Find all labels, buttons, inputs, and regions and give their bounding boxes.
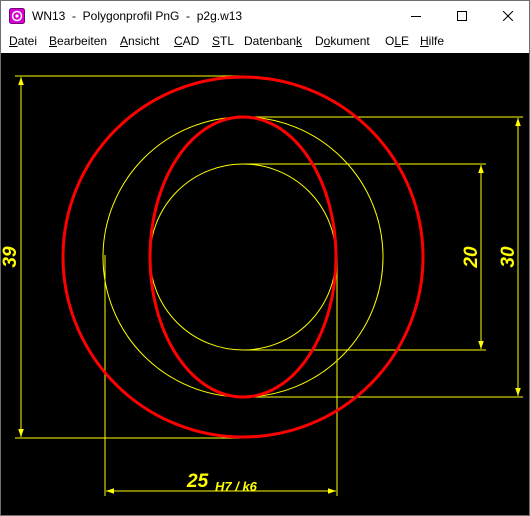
construction-circles [102,116,384,398]
menu-cad[interactable]: CAD [174,34,199,48]
dimension-text-25: 25 [186,471,209,492]
cad-drawing: 39 30 20 25 H7 / k6 [1,75,523,496]
extension-lines [15,75,523,496]
dimension-text-20: 20 [461,246,482,269]
menu-datei[interactable]: Datei [9,34,37,48]
menu-datenbank[interactable]: Datenbank [244,34,302,48]
maximize-button[interactable] [439,1,485,31]
close-button[interactable] [485,1,529,31]
dimension-text-30: 30 [498,246,519,268]
application-window: WN13 - Polygonprofil PnG - p2g.w13 Datei… [0,0,530,516]
profile-polygon-shape [148,115,338,399]
drawing-canvas[interactable]: 39 30 20 25 H7 / k6 [1,53,529,515]
wn13-app-icon[interactable] [9,8,25,24]
circle-outer-construction [102,116,384,398]
title-bar[interactable]: WN13 - Polygonprofil PnG - p2g.w13 [1,1,529,31]
menu-hilfe[interactable]: Hilfe [420,34,444,48]
profile-outer-circle [61,75,425,439]
menu-ole[interactable]: OLE [385,34,409,48]
menu-dokument[interactable]: Dokument [315,34,370,48]
menu-stl[interactable]: STL [212,34,234,48]
menu-ansicht[interactable]: Ansicht [120,34,159,48]
dimension-lines [18,77,521,494]
minimize-icon [411,16,421,17]
window-title: WN13 - Polygonprofil PnG - p2g.w13 [32,9,243,23]
menu-bar: Datei Bearbeiten Ansicht CAD STL Datenba… [1,31,529,52]
dimension-tolerance-25: H7 / k6 [215,479,258,494]
dimension-text-39: 39 [1,246,21,268]
polygon-profile [61,75,425,439]
close-icon [503,11,513,21]
menu-bearbeiten[interactable]: Bearbeiten [49,34,107,48]
circle-inner-construction [149,163,337,351]
minimize-button[interactable] [393,1,439,31]
maximize-icon [457,11,467,21]
